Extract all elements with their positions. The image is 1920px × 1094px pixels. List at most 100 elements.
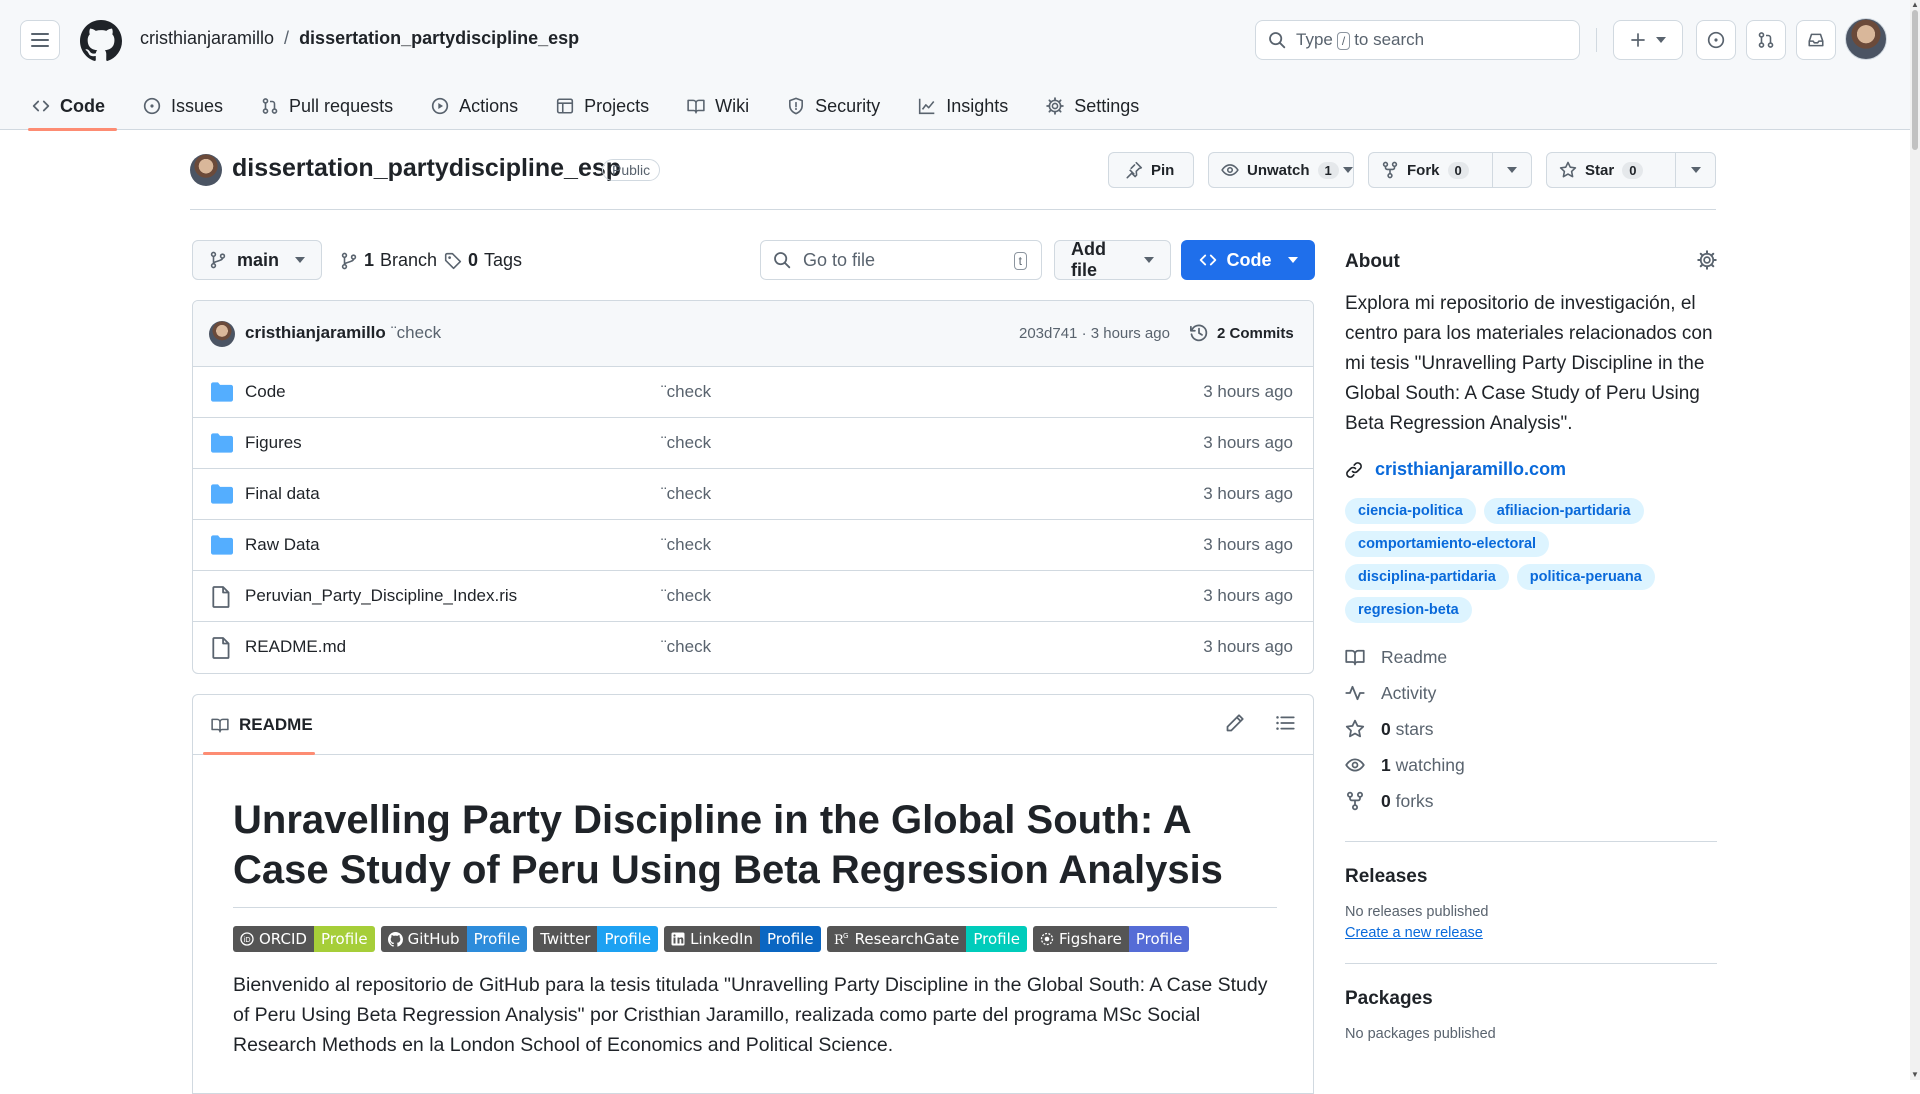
tab-wiki[interactable]: Wiki [675,82,761,130]
badge-row: iD ORCID Profile GitHub Profile Twitter P… [233,926,1273,952]
file-row-code[interactable]: Code ¨check 3 hours ago [193,367,1313,418]
readme-tab[interactable]: README [211,715,313,735]
file-name[interactable]: Figures [245,433,302,453]
visibility-badge: Public [602,159,661,181]
file-commit-message[interactable]: ¨check [661,433,711,453]
star-button[interactable]: Star 0 [1546,152,1716,188]
tab-insights[interactable]: Insights [906,82,1020,130]
add-file-button[interactable]: Add file [1054,239,1171,280]
tags-link[interactable]: 0 Tags [444,250,522,271]
branches-link[interactable]: 1 Branch [340,250,437,271]
tab-pull-requests[interactable]: Pull requests [249,82,405,130]
packages-heading[interactable]: Packages [1345,988,1717,1010]
tab-settings[interactable]: Settings [1034,82,1151,130]
topic-tag[interactable]: politica-peruana [1516,564,1655,590]
commit-message[interactable]: ¨check [391,323,441,343]
stars-label: stars [1395,718,1434,739]
scroll-up-icon[interactable]: ▲ [1910,0,1920,10]
pin-button[interactable]: Pin [1108,152,1194,188]
fork-button[interactable]: Fork 0 [1368,152,1532,188]
owner-avatar[interactable] [190,154,222,186]
stars-count: 0 [1381,718,1391,739]
user-avatar[interactable] [1845,18,1887,60]
topic-tag[interactable]: regresion-beta [1345,597,1472,623]
topic-tag[interactable]: disciplina-partidaria [1345,564,1509,590]
tab-issues[interactable]: Issues [131,82,235,130]
file-row-raw-data[interactable]: Raw Data ¨check 3 hours ago [193,520,1313,571]
code-button[interactable]: Code [1181,240,1315,280]
commits-link[interactable]: 2 Commits [1189,323,1294,343]
book-icon [687,97,705,115]
releases-heading[interactable]: Releases [1345,866,1717,888]
commits-label: 2 Commits [1217,324,1294,342]
issues-button[interactable] [1696,20,1736,60]
forks-link[interactable]: 0 forks [1345,783,1717,819]
tab-code[interactable]: Code [20,82,117,131]
tab-actions[interactable]: Actions [419,82,530,130]
scrollbar-thumb[interactable] [1912,10,1918,150]
about-sidebar: About Explora mi repositorio de investig… [1345,240,1717,1042]
file-name[interactable]: Peruvian_Party_Discipline_Index.ris [245,586,517,606]
file-name[interactable]: Code [245,382,286,402]
file-name[interactable]: Raw Data [245,535,320,555]
search-input[interactable]: Type / to search [1255,20,1580,60]
scroll-down-icon[interactable]: ▼ [1910,1070,1920,1080]
file-commit-message[interactable]: ¨check [661,484,711,504]
owner-link[interactable]: cristhianjaramillo [140,28,274,49]
badge-linkedin[interactable]: LinkedIn Profile [664,926,821,952]
topic-tag[interactable]: afiliacion-partidaria [1483,498,1644,524]
repo-link[interactable]: dissertation_partydiscipline_esp [299,28,579,49]
github-logo-icon[interactable] [80,20,122,62]
pull-requests-button[interactable] [1746,20,1786,60]
page-scrollbar[interactable]: ▲ ▼ [1910,0,1920,1080]
create-release-link[interactable]: Create a new release [1345,925,1717,941]
menu-button[interactable] [20,20,60,60]
topic-tag[interactable]: comportamiento-electoral [1345,531,1550,557]
file-commit-message[interactable]: ¨check [661,637,711,657]
badge-researchgate[interactable]: R G ResearchGate Profile [826,926,1028,952]
file-commit-message[interactable]: ¨check [661,586,711,606]
tab-label: Insights [946,95,1009,116]
pencil-icon[interactable] [1225,713,1245,733]
badge-orcid[interactable]: iD ORCID Profile [233,926,375,952]
history-icon [1189,323,1209,343]
commit-hash-time[interactable]: 203d741 · 3 hours ago [1019,325,1170,342]
go-to-file-input[interactable]: Go to file t [760,240,1042,280]
commit-author-avatar[interactable] [209,321,235,347]
file-name[interactable]: Final data [245,484,320,504]
inbox-button[interactable] [1796,20,1836,60]
website-link[interactable]: cristhianjaramillo.com [1345,459,1717,480]
unwatch-button[interactable]: Unwatch 1 [1208,152,1354,188]
create-new-button[interactable] [1613,20,1683,60]
file-row-figures[interactable]: Figures ¨check 3 hours ago [193,418,1313,469]
readme-link[interactable]: Readme [1345,639,1717,675]
tab-security[interactable]: Security [775,82,892,130]
badge-github[interactable]: GitHub Profile [380,926,528,952]
stars-link[interactable]: 0 stars [1345,711,1717,747]
list-unordered-icon[interactable] [1275,713,1295,733]
file-row-ris[interactable]: Peruvian_Party_Discipline_Index.ris ¨che… [193,571,1313,622]
file-commit-message[interactable]: ¨check [661,382,711,402]
tab-projects[interactable]: Projects [544,82,661,130]
file-row-readme[interactable]: README.md ¨check 3 hours ago [193,622,1313,673]
repo-title[interactable]: dissertation_partydiscipline_esp [232,154,621,183]
activity-link[interactable]: Activity [1345,675,1717,711]
branch-select[interactable]: main [192,240,322,280]
commit-author[interactable]: cristhianjaramillo [245,323,386,343]
file-row-final-data[interactable]: Final data ¨check 3 hours ago [193,469,1313,520]
activity-label: Activity [1381,682,1437,703]
badge-value: Profile [966,926,1028,952]
badge-figshare[interactable]: Figshare Profile [1033,926,1190,952]
file-commit-message[interactable]: ¨check [661,535,711,555]
topic-tag[interactable]: ciencia-politica [1345,498,1476,524]
fork-dropdown[interactable] [1491,153,1531,187]
badge-twitter[interactable]: Twitter Profile [533,926,659,952]
repo-meta-list: Readme Activity 0 stars 1 watching 0 for… [1345,639,1717,819]
file-name[interactable]: README.md [245,637,346,657]
watching-link[interactable]: 1 watching [1345,747,1717,783]
star-dropdown[interactable] [1675,153,1715,187]
readme-actions [1225,713,1295,733]
edit-about-button[interactable] [1697,250,1717,270]
watching-count: 1 [1381,754,1391,775]
unwatch-dropdown[interactable] [1342,153,1353,187]
